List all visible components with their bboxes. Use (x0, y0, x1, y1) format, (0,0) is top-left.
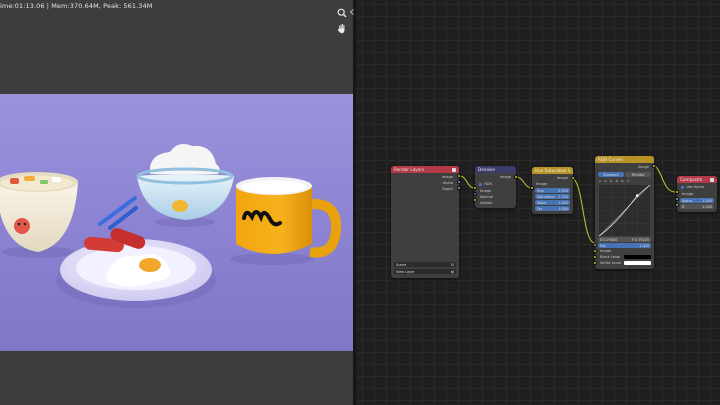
curves-fac-field[interactable]: Fac 1.000 (598, 243, 651, 248)
curves-input-image-label: Image (600, 249, 612, 253)
denoise-input-albedo-label: Albedo (480, 201, 493, 205)
fac-field[interactable]: Fac 1.000 (535, 206, 570, 211)
rgb-curves-header[interactable]: RGB Curves (595, 156, 654, 163)
saturation-value: 1.100 (558, 194, 568, 199)
composite-alpha-field[interactable]: Alpha 1.000 (680, 198, 714, 203)
hue-saturation-title: Hue Saturation Value (535, 168, 570, 173)
socket-composite-alpha[interactable] (675, 197, 679, 201)
hand-icon[interactable] (336, 22, 348, 34)
socket-render-image[interactable] (457, 174, 461, 178)
filmlike-tab[interactable]: Filmlike (625, 172, 651, 177)
socket-hsv-in[interactable] (530, 186, 534, 190)
use-alpha-label: Use Alpha (686, 185, 705, 189)
socket-render-depth[interactable] (457, 186, 461, 190)
render-viewer: ime:01:13.06 | Mem:370.64M, Peak: 561.34… (0, 0, 353, 405)
compositor-node-editor[interactable]: Render Layers Image Alpha Depth Scene ⊟ V… (356, 0, 720, 405)
curves-fac-label: Fac (600, 243, 606, 248)
composite-z-label: Z (682, 204, 685, 209)
render-layers-node[interactable]: Render Layers Image Alpha Depth Scene ⊟ V… (391, 166, 459, 278)
scene-selector[interactable]: Scene ⊟ (394, 262, 456, 267)
socket-curves-black[interactable] (593, 255, 597, 259)
socket-denoise-in-normal[interactable] (473, 192, 477, 196)
standard-tab-label: Standard (603, 172, 619, 177)
fac-value: 1.000 (558, 206, 568, 211)
denoise-input-normal-label: Normal (480, 195, 494, 199)
render-layers-header[interactable]: Render Layers (391, 166, 459, 173)
hsv-output-label: Image (556, 176, 568, 180)
hsv-input-label: Image (536, 182, 548, 186)
view-layer-selector[interactable]: View Layer ▤ (394, 269, 456, 274)
curve-x: X 0.75000 (600, 237, 618, 242)
hue-label: Hue (537, 188, 544, 193)
composite-alpha-value: 1.000 (702, 198, 712, 203)
saturation-field[interactable]: Saturation 1.100 (535, 194, 570, 199)
socket-render-alpha[interactable] (457, 180, 461, 184)
socket-curves-out[interactable] (652, 164, 656, 168)
hdr-label: HDR (484, 182, 492, 186)
socket-curves-fac[interactable] (593, 243, 597, 247)
composite-input-image-label: Image (682, 192, 694, 196)
render-layers-title: Render Layers (394, 167, 425, 172)
render-stats: ime:01:13.06 | Mem:370.64M, Peak: 561.34… (0, 2, 153, 10)
denoise-output-label: Image (499, 175, 511, 179)
use-alpha-row[interactable]: Use Alpha (681, 185, 704, 189)
hue-value: 0.500 (558, 188, 568, 193)
socket-denoise-in-image[interactable] (473, 186, 477, 190)
denoise-input-image-label: Image (480, 189, 492, 193)
curves-fac-value: 1.000 (639, 243, 649, 248)
composite-title: Composite (680, 177, 703, 182)
composite-node[interactable]: Composite Use Alpha Image Alpha 1.000 Z 1.… (677, 176, 717, 212)
composite-alpha-label: Alpha (682, 198, 692, 203)
zoom-icon[interactable] (336, 7, 348, 19)
render-image (0, 94, 353, 351)
output-depth-label: Depth (442, 187, 453, 191)
socket-denoise-in-albedo[interactable] (473, 198, 477, 202)
white-level-swatch[interactable] (624, 261, 651, 265)
output-image-label: Image (441, 175, 453, 179)
curve-point-xy[interactable]: X 0.75000 Y 0.79225 (598, 237, 651, 242)
fac-label: Fac (537, 206, 543, 211)
scene-label: Scene (396, 262, 407, 267)
camera-icon[interactable] (452, 167, 456, 172)
curves-output-label: Image (637, 165, 649, 169)
value-field[interactable]: Value 1.000 (535, 200, 570, 205)
output-alpha-label: Alpha (442, 181, 453, 185)
hdr-checkbox[interactable] (479, 182, 482, 186)
socket-denoise-out[interactable] (514, 175, 518, 179)
curve-graph[interactable] (599, 185, 650, 236)
composite-icon[interactable] (710, 177, 714, 182)
hue-saturation-node[interactable]: Hue Saturation Value Image Image Hue 0.50… (532, 167, 573, 214)
curve-y: Y 0.79225 (631, 237, 649, 242)
rgb-curves-title: RGB Curves (598, 157, 623, 162)
denoise-title: Denoise (478, 167, 495, 172)
value-label: Value (537, 200, 547, 205)
saturation-label: Saturation (537, 194, 555, 199)
use-alpha-checkbox[interactable] (681, 185, 684, 189)
standard-tab[interactable]: Standard (598, 172, 624, 177)
curves-black-level-label: Black Level (600, 255, 621, 259)
curves-white-level-label: White Level (600, 261, 622, 265)
socket-composite-z[interactable] (675, 203, 679, 207)
denoise-node[interactable]: Denoise Image HDR Image Normal Albedo (475, 166, 516, 208)
curve-toolbar[interactable]: C R G B ⚙ ✕ (599, 179, 650, 183)
socket-curves-image[interactable] (593, 249, 597, 253)
view-layer-label: View Layer (396, 269, 415, 274)
socket-hsv-out[interactable] (571, 176, 575, 180)
value-value: 1.000 (558, 200, 568, 205)
hue-field[interactable]: Hue 0.500 (535, 188, 570, 193)
composite-z-value: 1.000 (702, 204, 712, 209)
socket-curves-white[interactable] (593, 261, 597, 265)
denoise-header[interactable]: Denoise (475, 166, 516, 173)
black-level-swatch[interactable] (624, 255, 651, 259)
rgb-curves-node[interactable]: RGB Curves Image Standard Filmlike C R G… (595, 156, 654, 269)
socket-composite-image[interactable] (675, 190, 679, 194)
composite-header[interactable]: Composite (677, 176, 717, 183)
filmlike-tab-label: Filmlike (631, 172, 645, 177)
denoise-hdr-checkbox[interactable]: HDR (479, 182, 492, 186)
hue-saturation-header[interactable]: Hue Saturation Value (532, 167, 573, 174)
composite-z-field[interactable]: Z 1.000 (680, 204, 714, 209)
